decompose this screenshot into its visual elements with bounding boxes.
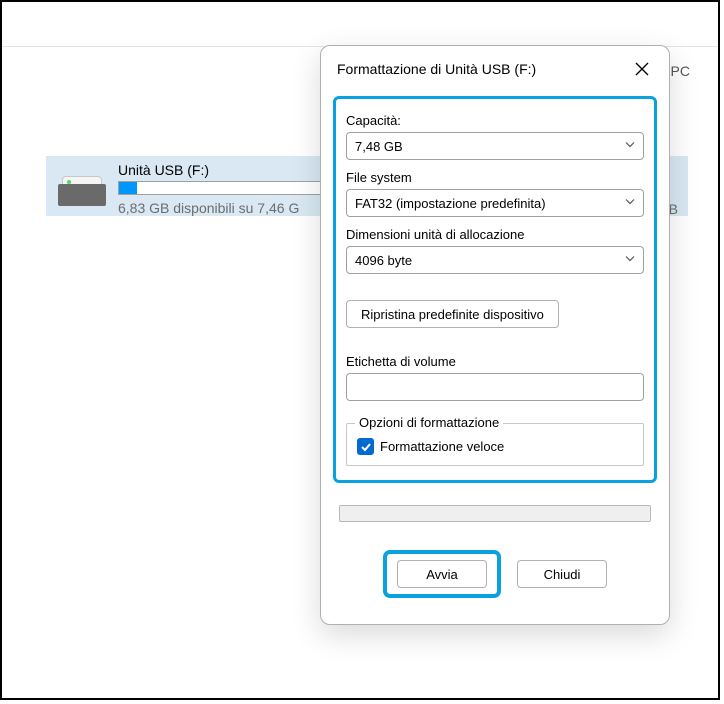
breadcrumb-pc: PC: [671, 63, 690, 79]
dialog-titlebar: Formattazione di Unità USB (F:): [321, 46, 669, 86]
chevron-down-icon: [624, 196, 636, 211]
close-button[interactable]: Chiudi: [517, 560, 607, 588]
storage-bar: [118, 181, 328, 195]
restore-defaults-button[interactable]: Ripristina predefinite dispositivo: [346, 300, 559, 328]
form-highlight: Capacità: 7,48 GB File system FAT32 (imp…: [333, 96, 657, 483]
start-button-highlight: Avvia: [383, 550, 501, 598]
allocation-select[interactable]: 4096 byte: [346, 246, 644, 274]
drive-info: Unità USB (F:) 6,83 GB disponibili su 7,…: [118, 162, 328, 216]
dialog-title: Formattazione di Unità USB (F:): [337, 61, 536, 77]
capacity-label: Capacità:: [346, 113, 644, 128]
restore-defaults-label: Ripristina predefinite dispositivo: [361, 307, 544, 322]
allocation-value: 4096 byte: [355, 253, 412, 268]
start-button-label: Avvia: [426, 567, 458, 582]
progress-bar: [339, 505, 651, 522]
drive-name: Unità USB (F:): [118, 162, 328, 178]
close-icon[interactable]: [631, 58, 653, 80]
drive-icon: [56, 166, 110, 206]
format-options-legend: Opzioni di formattazione: [355, 415, 503, 430]
capacity-value: 7,48 GB: [355, 139, 403, 154]
volume-label: Etichetta di volume: [346, 354, 644, 369]
filesystem-select[interactable]: FAT32 (impostazione predefinita): [346, 189, 644, 217]
page-frame: PC Unità USB (F:) 6,83 GB disponibili su…: [0, 0, 720, 700]
quick-format-checkbox[interactable]: [357, 438, 374, 455]
allocation-label: Dimensioni unità di allocazione: [346, 227, 644, 242]
storage-bar-fill: [119, 182, 137, 194]
quick-format-row[interactable]: Formattazione veloce: [357, 438, 633, 455]
close-button-label: Chiudi: [544, 567, 581, 582]
chevron-down-icon: [624, 253, 636, 268]
filesystem-label: File system: [346, 170, 644, 185]
chevron-down-icon: [624, 139, 636, 154]
volume-input[interactable]: [346, 373, 644, 401]
dialog-button-row: Avvia Chiudi: [321, 522, 669, 624]
start-button[interactable]: Avvia: [397, 560, 487, 588]
drive-subtext: 6,83 GB disponibili su 7,46 G: [118, 200, 328, 216]
filesystem-value: FAT32 (impostazione predefinita): [355, 196, 546, 211]
format-options-fieldset: Opzioni di formattazione Formattazione v…: [346, 423, 644, 466]
format-dialog: Formattazione di Unità USB (F:) Capacità…: [320, 45, 670, 625]
capacity-select[interactable]: 7,48 GB: [346, 132, 644, 160]
quick-format-label: Formattazione veloce: [380, 439, 504, 454]
